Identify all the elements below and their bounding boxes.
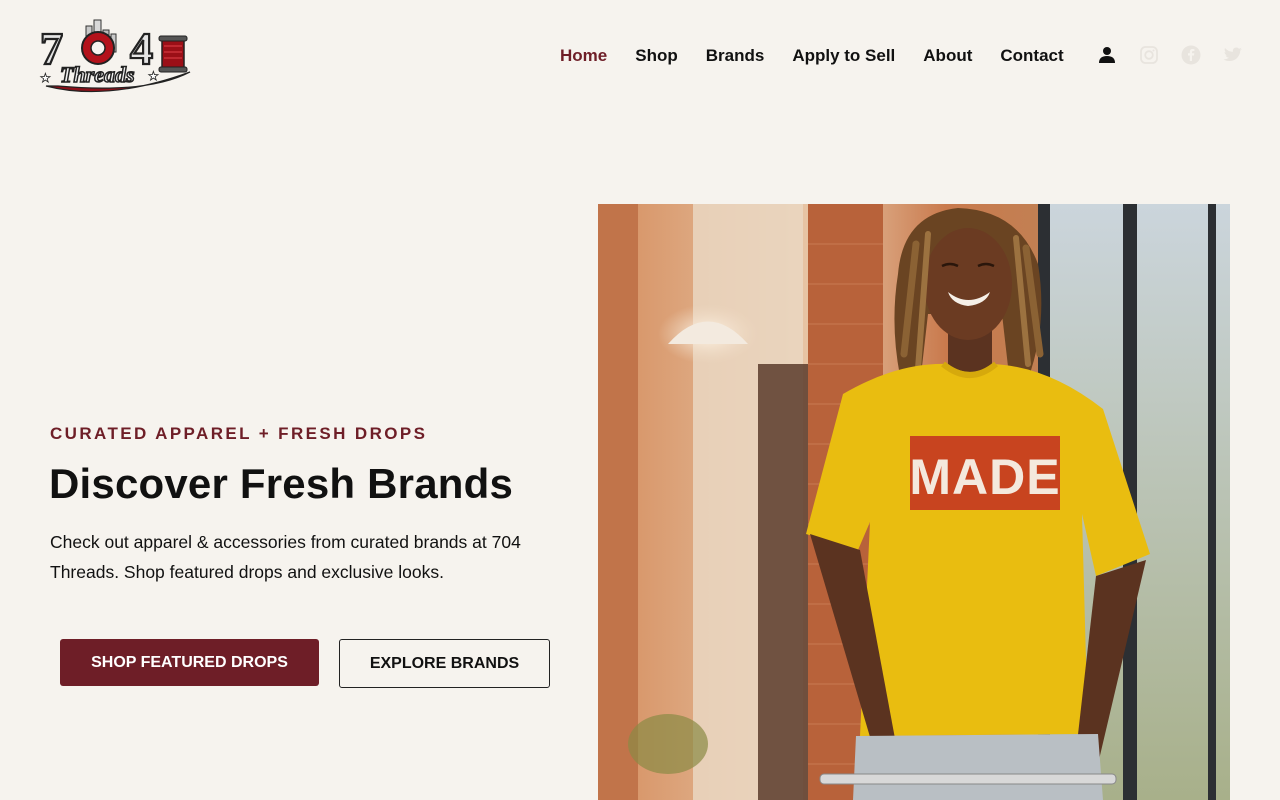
shop-featured-drops-button[interactable]: SHOP FEATURED DROPS (60, 639, 319, 686)
nav-shop[interactable]: Shop (635, 46, 678, 66)
instagram-icon[interactable] (1138, 44, 1160, 66)
main-nav: Home Shop Brands Apply to Sell About Con… (560, 45, 1092, 67)
site-logo[interactable]: 7 4 Threads ★ ★ (38, 16, 196, 98)
logo-graphic: 7 4 Threads ★ ★ (39, 19, 191, 93)
facebook-icon[interactable] (1180, 44, 1202, 66)
svg-text:★: ★ (40, 71, 51, 85)
nav-brands[interactable]: Brands (706, 46, 765, 66)
svg-text:★: ★ (148, 69, 159, 83)
nav-contact[interactable]: Contact (1000, 46, 1063, 66)
hero-photo-illustration: MADE (598, 204, 1230, 800)
hero-headline: Discover Fresh Brands (49, 460, 514, 507)
shirt-print-text: MADE (909, 449, 1060, 505)
header-icons (1096, 44, 1244, 66)
site-header: 7 4 Threads ★ ★ Home Shop Brands Apply t (0, 0, 1280, 112)
hero-eyebrow: CURATED APPAREL + FRESH DROPS (50, 424, 428, 443)
hero-image: MADE (598, 204, 1230, 800)
explore-brands-button[interactable]: EXPLORE BRANDS (339, 639, 550, 688)
logo-script: Threads (60, 62, 135, 87)
nav-home[interactable]: Home (560, 46, 607, 66)
hero-description: Check out apparel & accessories from cur… (50, 532, 521, 582)
nav-apply-to-sell[interactable]: Apply to Sell (792, 46, 895, 66)
nav-about[interactable]: About (923, 46, 972, 66)
user-icon[interactable] (1096, 44, 1118, 66)
twitter-icon[interactable] (1222, 44, 1244, 66)
